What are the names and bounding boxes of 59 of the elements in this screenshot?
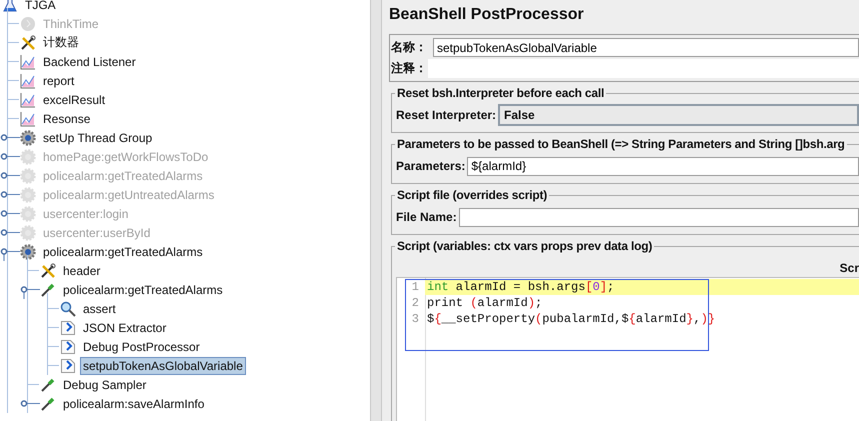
graph-icon — [20, 72, 36, 88]
tree-item[interactable]: Debug PostProcessor — [80, 338, 203, 356]
file-name-field[interactable] — [458, 208, 859, 226]
graph-icon — [20, 92, 36, 108]
gear-icon — [20, 186, 36, 202]
group-title: Reset bsh.Interpreter before each call — [396, 86, 606, 100]
graph-icon — [20, 110, 36, 126]
tree-item[interactable]: policealarm:getTreatedAlarms — [60, 280, 226, 298]
name-label: 名称： — [391, 39, 428, 56]
document-arrow-icon — [60, 320, 76, 336]
gear-icon — [20, 224, 36, 240]
line-number: 3 — [410, 312, 420, 326]
gear-icon — [20, 206, 36, 222]
tree-item[interactable]: 计数器 — [40, 32, 82, 53]
tree-item[interactable]: Resonse — [40, 110, 94, 128]
line-number: 1 — [410, 280, 420, 294]
reset-dropdown[interactable]: False — [498, 104, 859, 126]
line-number: 2 — [410, 296, 420, 310]
field-label: File Name: — [396, 210, 457, 224]
document-arrow-icon — [60, 338, 76, 354]
name-field[interactable]: setpubTokenAsGlobalVariable — [433, 38, 859, 57]
pipette-icon — [40, 282, 56, 298]
gear-icon — [20, 168, 36, 184]
group-title: Script file (overrides script) — [396, 188, 548, 202]
group-title: Parameters to be passed to BeanShell (=> String Parameters and String []bsh.arg — [396, 137, 846, 151]
search-icon — [60, 300, 76, 316]
pipette-icon — [40, 376, 56, 392]
group-title: Script (variables: ctx vars props prev data log) — [396, 239, 654, 253]
pipette-icon — [40, 396, 56, 412]
panel-title: BeanShell PostProcessor — [389, 6, 585, 25]
tree-item[interactable]: report — [40, 72, 78, 90]
parameters-field[interactable]: ${alarmId} — [467, 156, 859, 176]
tree-item[interactable]: TJGA — [22, 0, 59, 14]
gear-icon — [20, 130, 36, 146]
tree-item[interactable]: assert — [80, 300, 119, 318]
comment-label: 注释： — [391, 60, 428, 77]
gear-icon — [20, 148, 36, 164]
flask-icon — [2, 0, 18, 12]
tree-item[interactable]: header — [60, 262, 104, 280]
tree-item[interactable]: policealarm:saveAlarmInfo — [60, 394, 208, 412]
tree-item[interactable]: setpubTokenAsGlobalVariable — [80, 356, 246, 374]
column-label: Scr — [840, 261, 859, 275]
code-line: print (alarmId); — [426, 295, 544, 311]
tree-item[interactable]: setUp Thread Group — [40, 128, 156, 146]
clock-icon — [20, 16, 36, 32]
gear-icon — [20, 244, 36, 260]
field-label: Parameters: — [396, 159, 466, 173]
tree-item[interactable]: JSON Extractor — [80, 318, 170, 336]
tools-icon — [40, 262, 56, 278]
code-line: ${__setProperty(pubalarmId,${alarmId},)} — [426, 311, 716, 327]
graph-icon — [20, 54, 36, 70]
tree-item[interactable]: Backend Listener — [40, 52, 139, 70]
tree-item[interactable]: excelResult — [40, 90, 108, 108]
tools-icon — [20, 34, 36, 50]
tree-item[interactable]: policealarm:getTreatedAlarms — [40, 242, 206, 260]
code-editor[interactable]: 1 int alarmId = bsh.args[0]; 2 print (alarmId); 3 ${__setProperty(pubalarmId,${alarmId},)} — [396, 277, 859, 421]
tree-item[interactable]: Debug Sampler — [60, 376, 150, 394]
field-label: Reset Interpreter: — [396, 108, 496, 122]
document-arrow-icon — [60, 358, 76, 374]
